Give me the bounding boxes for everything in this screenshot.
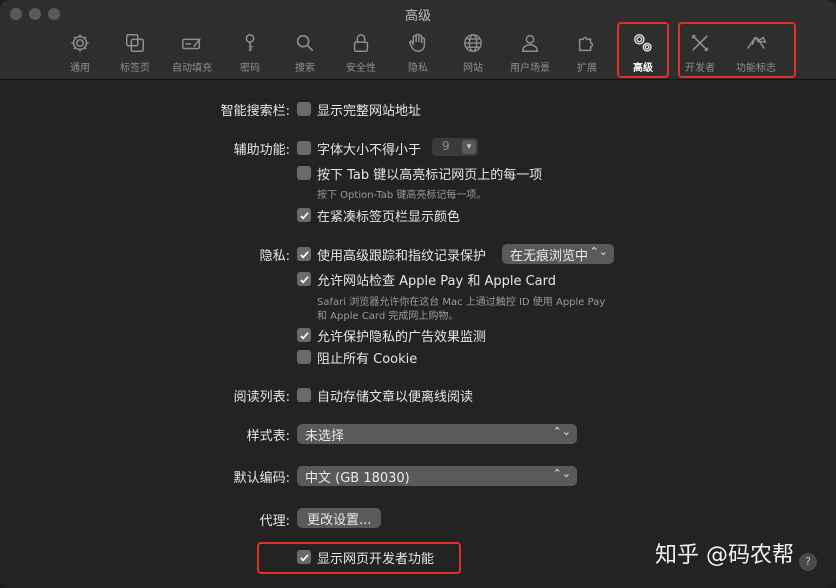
tab-label: 安全性: [346, 63, 376, 74]
stylesheet-value: 未选择: [305, 429, 345, 444]
min-font-size-value: 9: [442, 139, 450, 153]
tracking-mode-select[interactable]: 在无痕浏览中 ⌃⌄: [502, 244, 614, 264]
min-font-option: 字体大小不得小于: [317, 143, 422, 158]
tab-autofill[interactable]: 自动填充: [168, 30, 216, 74]
apple-pay-note-line2: 和 Apple Card 完成网上购物。: [317, 311, 459, 322]
smart-search-checkbox[interactable]: [297, 102, 311, 116]
tab-security[interactable]: 安全性: [342, 30, 380, 74]
accessibility-label: 辅助功能:: [233, 143, 290, 158]
tab-general[interactable]: 通用: [64, 30, 96, 74]
tracking-protection-checkbox[interactable]: [297, 247, 311, 261]
hand-icon: [405, 30, 431, 56]
proxy-label: 代理:: [259, 514, 290, 529]
chevron-updown-icon: ⌃⌄: [552, 425, 571, 438]
compact-color-option: 在紧凑标签页栏显示颜色: [317, 210, 461, 225]
tab-passwords[interactable]: 密码: [236, 30, 264, 74]
min-font-checkbox[interactable]: [297, 141, 311, 155]
tabs-icon: [122, 30, 148, 56]
checkmark-icon: [299, 211, 309, 219]
block-cookies-option: 阻止所有 Cookie: [317, 352, 418, 367]
checkmark-icon: [299, 331, 309, 339]
toolbar: 高级 通用 标签页 自动填充 密码 搜索 安全性 隐私 网站 用户场景 扩展 高…: [0, 0, 836, 80]
tab-label: 密码: [240, 63, 260, 74]
apple-pay-option: 允许网站检查 Apple Pay 和 Apple Card: [317, 274, 557, 289]
tab-label: 标签页: [120, 63, 150, 74]
highlight-developer-option: [257, 542, 461, 574]
tab-highlight-checkbox[interactable]: [297, 166, 311, 180]
checkmark-icon: [299, 275, 309, 283]
smart-search-label: 智能搜索栏:: [220, 104, 290, 119]
tab-label: 通用: [70, 63, 90, 74]
tab-websites[interactable]: 网站: [458, 30, 488, 74]
smart-search-option: 显示完整网站地址: [317, 104, 422, 119]
tab-label: 网站: [463, 63, 483, 74]
compact-color-checkbox[interactable]: [297, 208, 311, 222]
stylesheet-select[interactable]: 未选择 ⌃⌄: [297, 424, 577, 444]
chevron-down-icon: ▾: [462, 140, 476, 154]
lock-icon: [348, 30, 374, 56]
checkmark-icon: [299, 250, 309, 258]
ad-measurement-option: 允许保护隐私的广告效果监测: [317, 330, 487, 345]
tab-tabs[interactable]: 标签页: [116, 30, 154, 74]
tracking-mode-value: 在无痕浏览中: [510, 249, 589, 264]
autofill-icon: [179, 30, 205, 56]
encoding-select[interactable]: 中文 (GB 18030) ⌃⌄: [297, 466, 577, 486]
tab-label: 扩展: [577, 63, 597, 74]
reading-list-option: 自动存储文章以便离线阅读: [317, 390, 474, 405]
apple-pay-checkbox[interactable]: [297, 272, 311, 286]
tab-highlight-option: 按下 Tab 键以高亮标记网页上的每一项: [317, 168, 543, 183]
globe-icon: [460, 30, 486, 56]
tab-highlight-note: 按下 Option-Tab 键高亮标记每一项。: [317, 190, 487, 201]
reading-list-checkbox[interactable]: [297, 388, 311, 402]
tab-label: 用户场景: [510, 63, 550, 74]
encoding-label: 默认编码:: [233, 471, 290, 486]
watermark: 知乎 @码农帮: [655, 543, 794, 568]
person-icon: [517, 30, 543, 56]
help-button[interactable]: ?: [799, 553, 817, 571]
highlight-developer-tabs: [678, 22, 796, 78]
search-icon: [292, 30, 318, 56]
tab-label: 隐私: [408, 63, 428, 74]
tracking-protection-option: 使用高级跟踪和指纹记录保护: [317, 249, 487, 264]
tab-profiles[interactable]: 用户场景: [506, 30, 554, 74]
apple-pay-note-line1: Safari 浏览器允许你在这台 Mac 上通过触控 ID 使用 Apple P…: [317, 297, 606, 308]
tab-search[interactable]: 搜索: [290, 30, 320, 74]
reading-list-label: 阅读列表:: [233, 390, 290, 405]
preferences-window: 高级 通用 标签页 自动填充 密码 搜索 安全性 隐私 网站 用户场景 扩展 高…: [0, 0, 836, 588]
chevron-updown-icon: ⌃⌄: [589, 245, 608, 258]
tab-extensions[interactable]: 扩展: [572, 30, 602, 74]
puzzle-icon: [574, 30, 600, 56]
highlight-advanced-tab: [617, 22, 669, 78]
min-font-size-select[interactable]: 9 ▾: [432, 138, 478, 156]
encoding-value: 中文 (GB 18030): [305, 471, 410, 486]
tab-privacy[interactable]: 隐私: [403, 30, 433, 74]
chevron-updown-icon: ⌃⌄: [552, 467, 571, 480]
proxy-change-settings-button[interactable]: 更改设置...: [297, 508, 382, 528]
tab-label: 自动填充: [172, 63, 212, 74]
key-icon: [237, 30, 263, 56]
privacy-label: 隐私:: [259, 249, 290, 264]
tab-label: 搜索: [295, 63, 315, 74]
stylesheet-label: 样式表:: [246, 429, 290, 444]
block-cookies-checkbox[interactable]: [297, 350, 311, 364]
ad-measurement-checkbox[interactable]: [297, 328, 311, 342]
gear-icon: [67, 30, 93, 56]
